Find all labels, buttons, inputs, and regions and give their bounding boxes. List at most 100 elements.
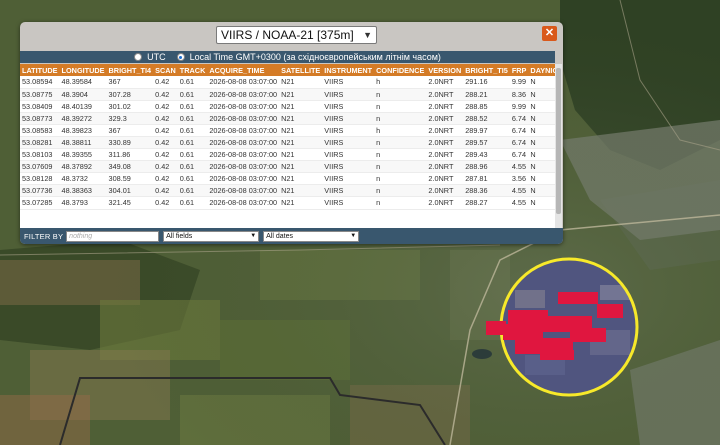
fire-pixel[interactable] [570,328,606,342]
table-cell: VIIRS [322,88,375,101]
table-cell: 8.36 [509,88,529,101]
table-row[interactable]: 53.08128 48.3732 308.59 0.42 0.61 2026-08-08 … [20,172,555,186]
table-row[interactable]: 53.08409 48.40139 301.02 0.42 0.61 2026-08-08… [20,100,555,113]
table-cell: 349.08 [106,160,154,174]
fire-pixel[interactable] [558,292,598,304]
fields-select[interactable]: All fields ▼ [163,230,260,242]
table-cell: 2.0NRT [426,148,464,162]
column-header-latitude[interactable]: LATITUDE [20,64,60,76]
column-header-daynight[interactable]: DAYNIGHT [528,64,555,76]
table-cell: 0.42 [153,124,178,137]
table-scrollbar[interactable] [555,64,562,228]
fields-select-value: All fields [166,232,193,240]
table-cell: 0.42 [153,172,178,186]
table-cell: 2026-08-08 03:07:00 [207,184,280,198]
column-header-track[interactable]: TRACK [177,64,208,76]
table-row[interactable]: 53.07736 48.38363 304.01 0.42 0.61 2026-08-08… [20,184,555,198]
table-row[interactable]: 53.08281 48.38811 330.89 0.42 0.61 2026-08-08… [20,136,555,150]
table-cell: N [528,184,555,198]
table-cell: 2026-08-08 03:07:00 [207,76,280,89]
local-time-radio[interactable] [176,53,185,61]
column-header-scan[interactable]: SCAN [153,64,178,76]
column-header-bright-ti5[interactable]: BRIGHT_TI5 [463,64,510,76]
column-header-satellite[interactable]: SATELLITE [279,64,323,76]
table-cell: 53.08409 [20,100,60,113]
table-cell: VIIRS [322,172,375,186]
column-header-frp[interactable]: FRP [509,64,529,76]
table-cell: 48.39272 [59,112,107,125]
table-cell: 0.42 [153,112,178,125]
table-cell: 2026-08-08 03:07:00 [207,88,280,101]
chevron-down-icon: ▼ [350,232,357,239]
table-row[interactable]: 53.08594 48.39584 367 0.42 0.61 2026-08-08 03… [20,76,555,89]
table-cell: 0.61 [177,124,208,137]
column-header-longitude[interactable]: LONGITUDE [59,64,107,76]
fire-data-panel: VIIRS / NOAA-21 [375m] ▼ ✕ UTC Local Tim… [20,22,563,244]
fire-pixel[interactable] [540,350,574,360]
column-header-version[interactable]: VERSION [426,64,464,76]
table-cell: 2026-08-08 03:07:00 [207,196,280,210]
table-cell: 0.61 [177,160,208,174]
table-cell: 48.3904 [59,88,107,101]
table-cell: 4.55 [509,184,529,198]
fire-pixel[interactable] [597,304,623,318]
table-cell: 289.97 [463,124,510,137]
table-cell: 301.02 [106,100,154,113]
table-cell: 0.61 [177,136,208,150]
table-cell: 0.42 [153,100,178,113]
utc-radio[interactable] [134,53,143,61]
table-cell: N [528,124,555,137]
local-time-label: Local Time GMT+0300 (за східноєвропейськ… [189,52,441,62]
table-cell: N [528,160,555,174]
column-header-instrument[interactable]: INSTRUMENT [322,64,375,76]
column-header-confidence[interactable]: CONFIDENCE [374,64,427,76]
table-cell: 2026-08-08 03:07:00 [207,124,280,137]
column-header-bright-ti4[interactable]: BRIGHT_TI4 [106,64,154,76]
dates-select[interactable]: All dates ▼ [263,230,360,242]
table-cell: 311.86 [106,148,154,162]
table-row[interactable]: 53.08775 48.3904 307.28 0.42 0.61 2026-08-08 … [20,88,555,101]
table-cell: 288.21 [463,88,510,101]
table-cell: n [374,148,427,162]
source-select[interactable]: VIIRS / NOAA-21 [375m] ▼ [216,26,377,44]
table-cell: N [528,88,555,101]
table-cell: n [374,172,427,186]
filter-input[interactable]: nothing [66,230,160,242]
close-button[interactable]: ✕ [542,26,557,41]
table-cell: h [374,124,427,137]
table-row[interactable]: 53.08583 48.39823 367 0.42 0.61 2026-08-08 03… [20,124,555,137]
table-row[interactable]: 53.07285 48.3793 321.45 0.42 0.61 2026-08-08 … [20,196,555,210]
table-cell: 53.07609 [20,160,60,174]
column-header-acquire-time[interactable]: ACQUIRE_TIME [207,64,280,76]
table-cell: 289.57 [463,136,510,150]
table-cell: n [374,100,427,113]
table-cell: 2.0NRT [426,88,464,101]
table-row[interactable]: 53.08773 48.39272 329.3 0.42 0.61 2026-08-08 … [20,112,555,125]
table-cell: 48.40139 [59,100,107,113]
table-cell: 288.27 [463,196,510,210]
table-row[interactable]: 53.07609 48.37892 349.08 0.42 0.61 2026-08-08… [20,160,555,174]
table-cell: 2026-08-08 03:07:00 [207,112,280,125]
table-cell: 48.3732 [59,172,107,186]
table-cell: N21 [279,112,323,125]
table-cell: N21 [279,172,323,186]
fire-data-table: LATITUDE LONGITUDE BRIGHT_TI4 SCAN TRACK ACQU… [20,64,555,210]
scrollbar-thumb[interactable] [556,68,561,214]
table-cell: 2.0NRT [426,124,464,137]
table-cell: 2026-08-08 03:07:00 [207,148,280,162]
table-cell: 367 [106,124,154,137]
table-cell: 291.16 [463,76,510,89]
table-cell: VIIRS [322,112,375,125]
table-cell: 6.74 [509,148,529,162]
table-cell: 2.0NRT [426,136,464,150]
table-cell: 48.39584 [59,76,107,89]
table-cell: 6.74 [509,136,529,150]
table-cell: 307.28 [106,88,154,101]
table-cell: 321.45 [106,196,154,210]
time-mode-bar: UTC Local Time GMT+0300 (за східноєвропе… [20,51,555,63]
table-row[interactable]: 53.08103 48.39355 311.86 0.42 0.61 2026-08-08… [20,148,555,162]
table-cell: 48.39823 [59,124,107,137]
fire-pixel[interactable] [503,324,543,340]
fire-data-table-container[interactable]: LATITUDE LONGITUDE BRIGHT_TI4 SCAN TRACK ACQU… [20,64,555,228]
table-cell: 0.42 [153,88,178,101]
